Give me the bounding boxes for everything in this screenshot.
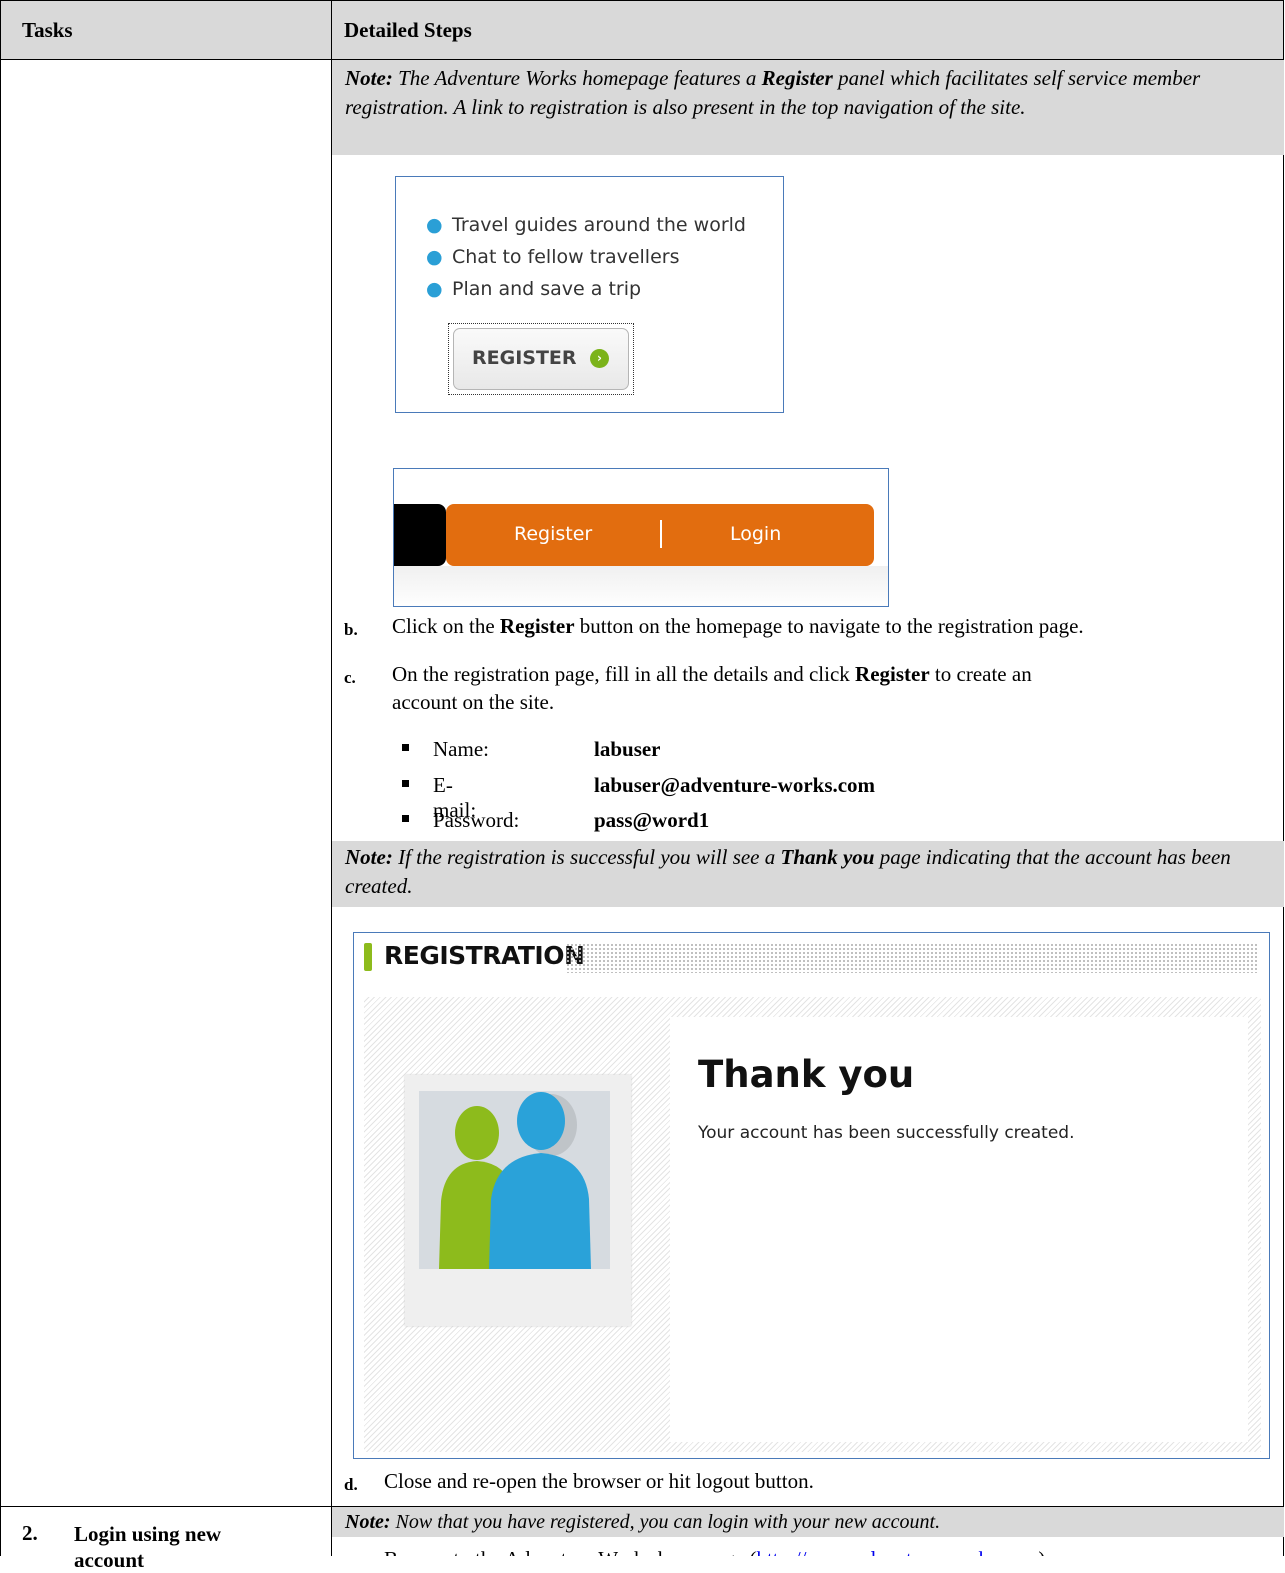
step-label: b. [344, 620, 358, 639]
step-b: b. Click on the Register button on the h… [344, 612, 1274, 640]
task-title-line: Login using new [74, 1522, 222, 1546]
header-detailed-steps: Detailed Steps [344, 18, 472, 42]
registration-title: REGISTRATION [384, 941, 585, 970]
field-label: Name: [433, 737, 489, 761]
bullet-icon [402, 780, 409, 787]
note-text: If the registration is successful you wi… [392, 845, 781, 869]
users-icon [419, 1091, 610, 1269]
nav-shadow [394, 566, 888, 606]
list-item: ● Plan and save a trip [426, 278, 642, 300]
top-nav-screenshot: Register Login [393, 468, 889, 607]
table-border-right [1283, 0, 1284, 1556]
table-header: Tasks Detailed Steps [0, 0, 1284, 59]
bullet-icon [402, 744, 409, 751]
register-panel-list: ● Travel guides around the world ● Chat to… [426, 209, 746, 305]
thank-you-heading: Thank you [698, 1053, 915, 1096]
table-border-left [0, 0, 1, 1556]
nav-register-link[interactable]: Register [514, 523, 592, 545]
list-item: ● Chat to fellow travellers [426, 246, 680, 268]
table-column-divider [331, 0, 332, 1556]
note-bold: Thank you [780, 845, 875, 869]
registration-screenshot: REGISTRATION Thank you Your account has … [353, 932, 1270, 1459]
step-text: Click on the Register button on the home… [392, 614, 1084, 638]
step-a: a. Browse to the Adventure Works homepag… [344, 1545, 1274, 1556]
note-register-panel: Note: The Adventure Works homepage featu… [332, 60, 1284, 155]
bullet-icon [402, 815, 409, 822]
title-marker-icon [364, 943, 372, 971]
register-panel-screenshot: ● Travel guides around the world ● Chat to… [395, 176, 784, 413]
task-title: Login using new account [74, 1521, 221, 1573]
step-label: a. [344, 1549, 357, 1556]
people-silhouette-icon [439, 1092, 591, 1269]
register-button[interactable]: REGISTER › [453, 328, 629, 390]
note-prefix: Note: [345, 1511, 391, 1533]
field-label: Password: [433, 808, 520, 832]
task-number: 2. [22, 1521, 38, 1545]
note-text: The Adventure Works homepage features a [392, 66, 762, 90]
step-c: c. On the registration page, fill in all… [344, 660, 1274, 718]
arrow-right-icon: › [590, 349, 609, 368]
task-title-line: account [74, 1548, 144, 1572]
step-label: c. [344, 668, 356, 687]
register-button-focus: REGISTER › [448, 323, 634, 395]
note-text: Now that you have registered, you can lo… [390, 1511, 941, 1533]
thank-you-message: Your account has been successfully creat… [698, 1123, 1075, 1143]
step-text: Browse to the Adventure Works homepage (… [384, 1545, 1051, 1556]
photo-frame [405, 1075, 631, 1326]
registration-body: Thank you Your account has been successf… [364, 997, 1261, 1452]
field-value: pass@word1 [594, 808, 710, 832]
nav-login-link[interactable]: Login [730, 523, 781, 545]
note-login: Note: Now that you have registered, you … [332, 1507, 1284, 1537]
thank-you-panel: Thank you Your account has been successf… [670, 1017, 1248, 1442]
step-text: On the registration page, fill in all th… [392, 662, 1032, 714]
nav-black-tab [394, 504, 446, 566]
note-thank-you: Note: If the registration is successful … [332, 841, 1284, 907]
header-tasks: Tasks [22, 18, 73, 42]
note-bold: Register [761, 66, 833, 90]
nav-separator [660, 520, 662, 548]
field-value: labuser@adventure-works.com [594, 773, 876, 797]
homepage-link[interactable]: http://www.adventure-works.com [756, 1547, 1038, 1556]
field-value: labuser [594, 737, 661, 761]
table-border-top [0, 0, 1284, 1]
list-item: ● Travel guides around the world [426, 214, 746, 236]
nav-bar: Register Login [446, 504, 874, 566]
note-prefix: Note: [345, 66, 393, 90]
step-d: d. Close and re-open the browser or hit … [344, 1467, 1274, 1495]
steps-table: Tasks Detailed Steps Note: The Adventure… [0, 0, 1284, 1572]
step-text: Close and re-open the browser or hit log… [384, 1469, 814, 1493]
title-dots [566, 943, 1259, 973]
register-button-label: REGISTER [472, 347, 577, 369]
note-prefix: Note: [345, 845, 393, 869]
step-label: d. [344, 1475, 358, 1494]
